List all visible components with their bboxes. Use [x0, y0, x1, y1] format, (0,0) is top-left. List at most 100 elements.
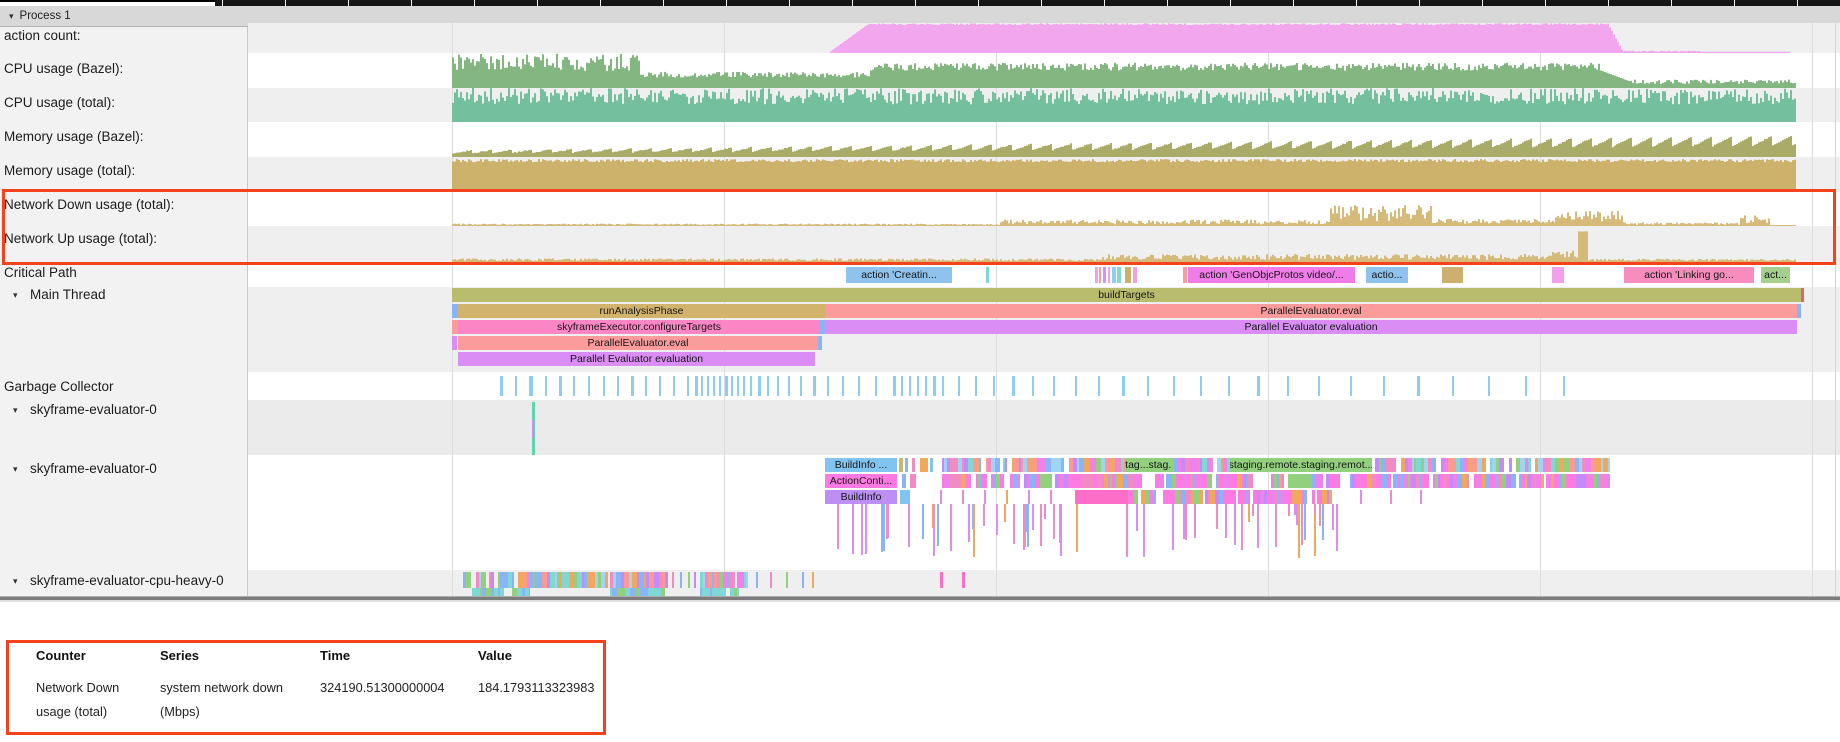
timeline-slice[interactable] [902, 474, 906, 488]
gc-event-tick[interactable] [933, 376, 936, 396]
timeline-slice[interactable] [1390, 490, 1392, 504]
gc-event-tick[interactable] [1032, 376, 1034, 396]
timeline-slice[interactable] [1607, 474, 1610, 488]
slice-action-genobjcprotos-video[interactable]: action 'GenObjcProtos video/... [1188, 267, 1355, 283]
slice-parallelevaluator-eval[interactable]: ParallelEvaluator.eval [825, 304, 1797, 318]
gc-event-tick[interactable] [893, 376, 896, 396]
timeline-slice[interactable] [1801, 288, 1804, 302]
sidebar-item-critical-path[interactable]: Critical Path [4, 265, 77, 280]
timeline-slice[interactable] [1125, 267, 1131, 283]
gc-event-tick[interactable] [603, 376, 605, 396]
timeline-slice[interactable] [1282, 474, 1284, 488]
gc-event-tick[interactable] [975, 376, 977, 396]
gc-event-tick[interactable] [901, 376, 903, 396]
timeline-slice[interactable] [1199, 490, 1203, 504]
sidebar-item-action-count[interactable]: action count: [4, 28, 81, 43]
gc-event-tick[interactable] [1318, 376, 1320, 396]
gc-event-tick[interactable] [958, 376, 960, 396]
gc-event-tick[interactable] [858, 376, 860, 396]
timeline-slice[interactable] [1154, 490, 1156, 504]
slice-action-linking-go[interactable]: action 'Linking go... [1624, 267, 1754, 283]
gc-event-tick[interactable] [827, 376, 829, 396]
sidebar-item-network-up-usage-total[interactable]: Network Up usage (total): [4, 231, 157, 246]
timeline-slice[interactable] [812, 572, 814, 588]
timeline-slice[interactable] [466, 572, 471, 588]
timeline-slice[interactable] [1099, 267, 1101, 283]
gc-event-tick[interactable] [725, 376, 728, 396]
timeline-slice[interactable] [905, 458, 908, 472]
timeline-slice[interactable] [995, 458, 1000, 472]
timeline-slice[interactable] [1248, 474, 1253, 488]
timeline-slice[interactable] [1112, 267, 1116, 283]
timeline-slice[interactable] [1321, 474, 1323, 488]
gc-event-tick[interactable] [750, 376, 752, 396]
slice-parallel-evaluator-evaluation[interactable]: Parallel Evaluator evaluation [825, 320, 1797, 334]
slice-actio[interactable]: actio... [1366, 267, 1408, 283]
gc-event-tick[interactable] [917, 376, 919, 396]
slice-parallelevaluator-eval[interactable]: ParallelEvaluator.eval [458, 336, 818, 350]
gc-event-tick[interactable] [1287, 376, 1289, 396]
sidebar-item-network-down-usage-total[interactable]: Network Down usage (total): [4, 197, 174, 212]
timeline-slice[interactable] [770, 572, 772, 588]
gc-event-tick[interactable] [719, 376, 721, 396]
timeline-slice[interactable] [737, 588, 739, 596]
gc-event-tick[interactable] [617, 376, 619, 396]
timeline-slice[interactable] [1211, 458, 1213, 472]
counter-track-cpu-usage-bazel[interactable] [248, 53, 1840, 88]
slice-parallel-evaluator-evaluation[interactable]: Parallel Evaluator evaluation [458, 352, 815, 366]
slice-buildtargets[interactable]: buildTargets [452, 288, 1801, 302]
gc-event-tick[interactable] [707, 376, 709, 396]
timeline-slice[interactable] [730, 572, 735, 588]
timeline-slice[interactable] [1133, 267, 1137, 283]
timeline-slice[interactable] [940, 572, 943, 588]
timeline-slice[interactable] [968, 474, 971, 488]
timeline-slice[interactable] [1183, 267, 1187, 283]
gc-event-tick[interactable] [500, 376, 503, 396]
gc-event-tick[interactable] [800, 376, 802, 396]
gc-event-tick[interactable] [545, 376, 547, 396]
timeline-slice[interactable] [688, 572, 690, 588]
timeline-slice[interactable] [1233, 490, 1236, 504]
timeline-slice[interactable] [1288, 474, 1312, 488]
slice-staging-remote-staging-remot[interactable]: staging.remote.staging.remot... [1230, 458, 1372, 472]
sidebar-item-garbage-collector[interactable]: Garbage Collector [4, 379, 114, 394]
gc-event-tick[interactable] [701, 376, 703, 396]
timeline-slice[interactable] [818, 336, 822, 350]
timeline-slice[interactable] [500, 588, 504, 596]
counter-track-action-count[interactable] [248, 23, 1840, 53]
gc-event-tick[interactable] [1098, 376, 1100, 396]
timeline-slice[interactable] [899, 458, 903, 472]
timeline-slice[interactable] [1511, 474, 1516, 488]
slice-action-creatin[interactable]: action 'Creatin... [846, 267, 952, 283]
sidebar-item-memory-usage-total[interactable]: Memory usage (total): [4, 163, 135, 178]
timeline-slice[interactable] [1329, 490, 1332, 504]
counter-track-memory-usage-total[interactable] [248, 157, 1840, 192]
gc-event-tick[interactable] [1122, 376, 1125, 396]
timeline-slice[interactable] [491, 572, 494, 588]
gc-event-tick[interactable] [687, 376, 689, 396]
gc-event-tick[interactable] [842, 376, 844, 396]
timeline-slice[interactable] [920, 458, 928, 472]
timeline-slice[interactable] [1552, 267, 1564, 283]
expand-caret-icon[interactable]: ▾ [13, 464, 18, 475]
gc-event-tick[interactable] [909, 376, 911, 396]
timeline-slice[interactable] [1499, 458, 1504, 472]
gc-event-tick[interactable] [588, 376, 590, 396]
timeline-slice[interactable] [979, 458, 981, 472]
gc-event-tick[interactable] [731, 376, 733, 396]
slice-act[interactable]: act... [1761, 267, 1790, 283]
timeline-slice[interactable] [930, 458, 933, 472]
gc-event-tick[interactable] [1053, 376, 1055, 396]
timeline-slice[interactable] [512, 572, 514, 588]
timeline-slice[interactable] [1103, 267, 1106, 283]
gc-event-tick[interactable] [573, 376, 575, 396]
timeline-slice[interactable] [786, 572, 788, 588]
timeline-slice[interactable] [962, 572, 965, 588]
sidebar-item-skyframe-evaluator-0[interactable]: skyframe-evaluator-0 [30, 461, 157, 476]
gc-event-tick[interactable] [559, 376, 562, 396]
gc-event-tick[interactable] [1257, 376, 1260, 396]
timeline-slice[interactable] [1432, 458, 1436, 472]
timeline-slice[interactable] [1018, 474, 1020, 488]
expand-caret-icon[interactable]: ▾ [13, 576, 18, 587]
timeline-slice[interactable] [1095, 267, 1098, 283]
